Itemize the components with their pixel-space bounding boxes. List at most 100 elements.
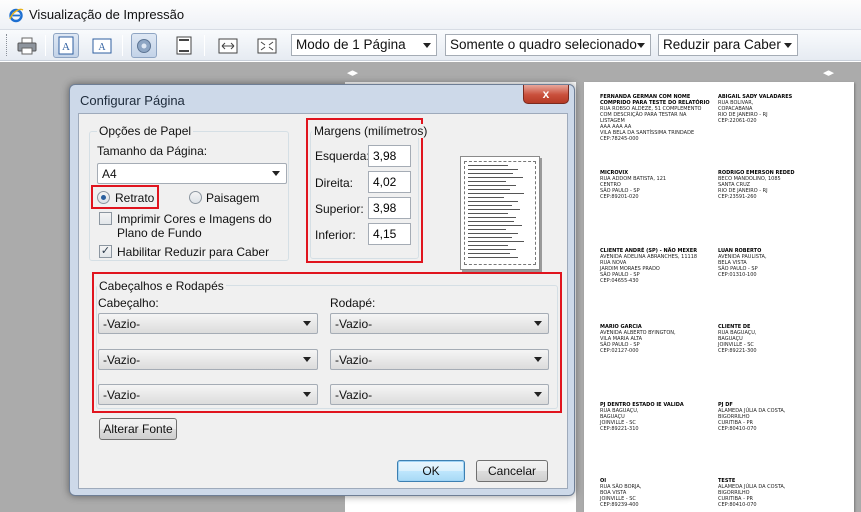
- page-setup-dialog: Configurar Página x Opções de Papel Tama…: [69, 84, 575, 496]
- page-width-button[interactable]: [215, 33, 241, 58]
- address-label: MICROVIX RUA ADDOM BATISTA, 121 CENTRO S…: [600, 170, 667, 200]
- address-label: ABIGAIL SADY VALADARES RUA BOLIVAR, COPA…: [718, 94, 793, 124]
- print-button[interactable]: [14, 33, 40, 58]
- header-select-3[interactable]: -Vazio-: [98, 384, 318, 405]
- printer-icon: [17, 37, 37, 54]
- close-button[interactable]: x: [523, 85, 569, 104]
- portrait-label: Retrato: [115, 191, 155, 205]
- header-label: Cabeçalho:: [98, 296, 159, 310]
- footer-select-1[interactable]: -Vazio-: [330, 313, 549, 334]
- preview-page: FERNANDA GERMAN COM NOME COMPRIDO PARA T…: [584, 82, 854, 512]
- address-label: LUAN ROBERTO AVENIDA PAULISTA, BELA VIST…: [718, 248, 767, 278]
- print-scope-select[interactable]: Somente o quadro selecionado: [445, 34, 651, 56]
- chevron-down-icon: [784, 43, 792, 48]
- close-icon: x: [542, 87, 550, 101]
- footer-select-value: -Vazio-: [335, 388, 373, 402]
- address-label: RODRIGO EMERSON REDED BECO MANDOLINO, 10…: [718, 170, 795, 200]
- top-margin-input[interactable]: 3,98: [368, 197, 411, 219]
- landscape-radio[interactable]: [189, 191, 202, 204]
- chevron-down-icon: [303, 357, 311, 362]
- top-margin-label: Superior:: [315, 202, 364, 216]
- chevron-down-icon: [637, 43, 645, 48]
- dialog-title: Configurar Página: [80, 93, 185, 108]
- portrait-radio[interactable]: [97, 191, 110, 204]
- svg-text:A: A: [62, 41, 70, 53]
- address-label: CLIENTE ANDRÉ (SP) - NÃO MEXER AVENIDA A…: [600, 248, 698, 284]
- header-select-value: -Vazio-: [103, 388, 141, 402]
- full-page-button[interactable]: [254, 33, 280, 58]
- chevron-down-icon: [534, 392, 542, 397]
- header-select-2[interactable]: -Vazio-: [98, 349, 318, 370]
- page-size-value: A4: [102, 167, 117, 181]
- landscape-button[interactable]: A: [89, 33, 115, 58]
- header-select-1[interactable]: -Vazio-: [98, 313, 318, 334]
- header-footer-button[interactable]: [171, 33, 197, 58]
- shrink-to-fit-checkbox[interactable]: ✓: [99, 245, 112, 258]
- toolbar-separator: [204, 35, 205, 56]
- address-label: TESTE ALAMEDA JÚLIA DA COSTA, BIGORRILHO…: [718, 478, 786, 508]
- fit-select[interactable]: Reduzir para Caber: [658, 34, 798, 56]
- print-scope-value: Somente o quadro selecionado: [450, 37, 637, 52]
- cancel-button[interactable]: Cancelar: [476, 460, 548, 482]
- chevron-down-icon: [303, 392, 311, 397]
- full-page-icon: [257, 38, 277, 53]
- page-size-select[interactable]: A4: [97, 163, 287, 184]
- left-margin-label: Esquerda:: [315, 149, 370, 163]
- page-size-label: Tamanho da Página:: [97, 144, 208, 158]
- preview-toolbar: A A Modo de 1 Página Somente o quadro se…: [0, 30, 861, 61]
- landscape-label: Paisagem: [206, 191, 260, 205]
- address-label: CLIENTE DE RUA BAGUAÇU, BAGUAÇU JOINVILL…: [718, 324, 757, 354]
- thumbnail-margin-box: [464, 161, 536, 265]
- toolbar-separator: [45, 35, 46, 56]
- footer-select-2[interactable]: -Vazio-: [330, 349, 549, 370]
- headers-footers-legend: Cabeçalhos e Rodapés: [97, 279, 226, 293]
- shrink-to-fit-label: Habilitar Reduzir para Caber: [117, 245, 270, 259]
- view-mode-select[interactable]: Modo de 1 Página: [291, 34, 437, 56]
- dialog-body: Opções de Papel Tamanho da Página: A4 Re…: [78, 113, 568, 489]
- right-margin-label: Direita:: [315, 176, 354, 190]
- left-margin-input[interactable]: 3,98: [368, 145, 411, 167]
- footer-label: Rodapé:: [330, 296, 376, 310]
- chevron-down-icon: [534, 357, 542, 362]
- page-thumbnail: [460, 156, 540, 270]
- margin-handle-icon[interactable]: ◂▸: [823, 66, 834, 79]
- page-width-icon: [218, 38, 238, 53]
- view-mode-value: Modo de 1 Página: [296, 37, 406, 52]
- address-label: PJ DF ALAMEDA JÚLIA DA COSTA, BIGORRILHO…: [718, 402, 786, 432]
- bottom-margin-label: Inferior:: [315, 228, 356, 242]
- chevron-down-icon: [534, 321, 542, 326]
- address-label: MARIO GARCIA AVENIDA ALBERTO BYINGTON, V…: [600, 324, 676, 354]
- ok-button[interactable]: OK: [397, 460, 465, 482]
- print-colors-checkbox[interactable]: [99, 212, 112, 225]
- window-titlebar: Visualização de Impressão: [0, 0, 861, 30]
- right-margin-input[interactable]: 4,02: [368, 171, 411, 193]
- fit-value: Reduzir para Caber: [663, 37, 781, 52]
- footer-select-3[interactable]: -Vazio-: [330, 384, 549, 405]
- header-select-value: -Vazio-: [103, 353, 141, 367]
- address-label: FERNANDA GERMAN COM NOME COMPRIDO PARA T…: [600, 94, 710, 142]
- portrait-page-icon: A: [58, 36, 74, 55]
- header-select-value: -Vazio-: [103, 317, 141, 331]
- margin-handle-icon[interactable]: ◂▸: [347, 66, 358, 79]
- landscape-page-icon: A: [92, 38, 112, 53]
- paper-options-legend: Opções de Papel: [97, 124, 194, 138]
- change-font-button[interactable]: Alterar Fonte: [99, 418, 177, 440]
- page-setup-button[interactable]: [131, 33, 157, 58]
- header-footer-icon: [176, 36, 192, 55]
- gear-icon: [137, 38, 151, 53]
- internet-explorer-icon: [9, 8, 24, 23]
- toolbar-grip[interactable]: [6, 34, 9, 56]
- chevron-down-icon: [423, 43, 431, 48]
- chevron-down-icon: [272, 171, 280, 176]
- print-colors-label: Imprimir Cores e Imagens do Plano de Fun…: [117, 212, 272, 240]
- toolbar-separator: [122, 35, 123, 56]
- portrait-button[interactable]: A: [53, 33, 79, 58]
- footer-select-value: -Vazio-: [335, 353, 373, 367]
- footer-select-value: -Vazio-: [335, 317, 373, 331]
- margins-legend: Margens (milímetros): [312, 124, 430, 138]
- window-title: Visualização de Impressão: [29, 7, 185, 22]
- chevron-down-icon: [303, 321, 311, 326]
- bottom-margin-input[interactable]: 4,15: [368, 223, 411, 245]
- address-label: PJ DENTRO ESTADO IE VALIDA RUA BAGUAÇU, …: [600, 402, 684, 432]
- address-label: OI RUA SÃO BORJA, BOA VISTA JOINVILLE - …: [600, 478, 642, 508]
